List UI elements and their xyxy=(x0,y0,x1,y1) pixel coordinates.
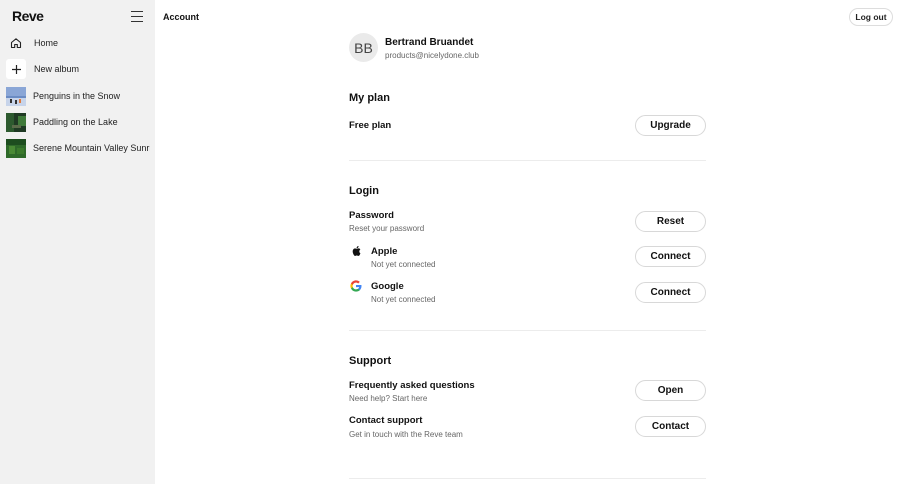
album-thumbnail xyxy=(6,86,26,106)
avatar: BB xyxy=(349,33,378,62)
page-title: Account xyxy=(163,12,199,22)
sidebar-item-new-album[interactable]: New album xyxy=(6,58,150,80)
plus-icon xyxy=(6,59,26,79)
sidebar-item-home[interactable]: Home xyxy=(6,32,150,54)
divider xyxy=(349,330,706,331)
connect-google-button[interactable]: Connect xyxy=(635,282,706,303)
connect-apple-button[interactable]: Connect xyxy=(635,246,706,267)
contact-support-title: Contact support xyxy=(349,415,423,426)
user-email: products@nicelydone.club xyxy=(385,51,479,60)
user-name: Bertrand Bruandet xyxy=(385,37,474,48)
apple-title: Apple xyxy=(371,246,398,257)
album-thumbnail xyxy=(6,138,26,158)
contact-support-button[interactable]: Contact xyxy=(635,416,706,437)
sidebar: Reve Home New album Penguins in the Snow xyxy=(0,0,155,484)
contact-support-subtitle: Get in touch with the Reve team xyxy=(349,430,463,439)
faq-subtitle: Need help? Start here xyxy=(349,394,428,403)
google-title: Google xyxy=(371,281,404,292)
album-thumbnail xyxy=(6,112,26,132)
upgrade-button[interactable]: Upgrade xyxy=(635,115,706,136)
section-title-login: Login xyxy=(349,185,379,197)
divider xyxy=(349,478,706,479)
sidebar-album-item[interactable]: Paddling on the Lake xyxy=(6,111,150,133)
reset-password-button[interactable]: Reset xyxy=(635,211,706,232)
sidebar-album-label: Penguins in the Snow xyxy=(33,91,121,101)
sidebar-item-label: Home xyxy=(34,38,59,48)
sidebar-item-label: New album xyxy=(34,64,80,74)
password-title: Password xyxy=(349,210,394,221)
section-title-plan: My plan xyxy=(349,92,390,104)
section-title-support: Support xyxy=(349,355,392,367)
current-plan: Free plan xyxy=(349,120,392,131)
faq-title: Frequently asked questions xyxy=(349,380,475,391)
divider xyxy=(349,160,706,161)
sidebar-album-item[interactable]: Penguins in the Snow xyxy=(6,85,150,107)
apple-icon xyxy=(350,245,362,257)
sidebar-toggle-icon[interactable] xyxy=(131,11,143,22)
google-subtitle: Not yet connected xyxy=(371,295,436,304)
logout-button[interactable]: Log out xyxy=(849,8,893,26)
home-icon xyxy=(6,33,26,53)
sidebar-album-label: Paddling on the Lake xyxy=(33,117,118,127)
app-logo[interactable]: Reve xyxy=(12,8,44,24)
sidebar-album-item[interactable]: Serene Mountain Valley Sunrise xyxy=(6,137,150,159)
open-faq-button[interactable]: Open xyxy=(635,380,706,401)
apple-subtitle: Not yet connected xyxy=(371,260,436,269)
sidebar-album-label: Serene Mountain Valley Sunrise xyxy=(33,143,150,153)
google-icon xyxy=(350,280,362,292)
password-subtitle: Reset your password xyxy=(349,224,425,233)
